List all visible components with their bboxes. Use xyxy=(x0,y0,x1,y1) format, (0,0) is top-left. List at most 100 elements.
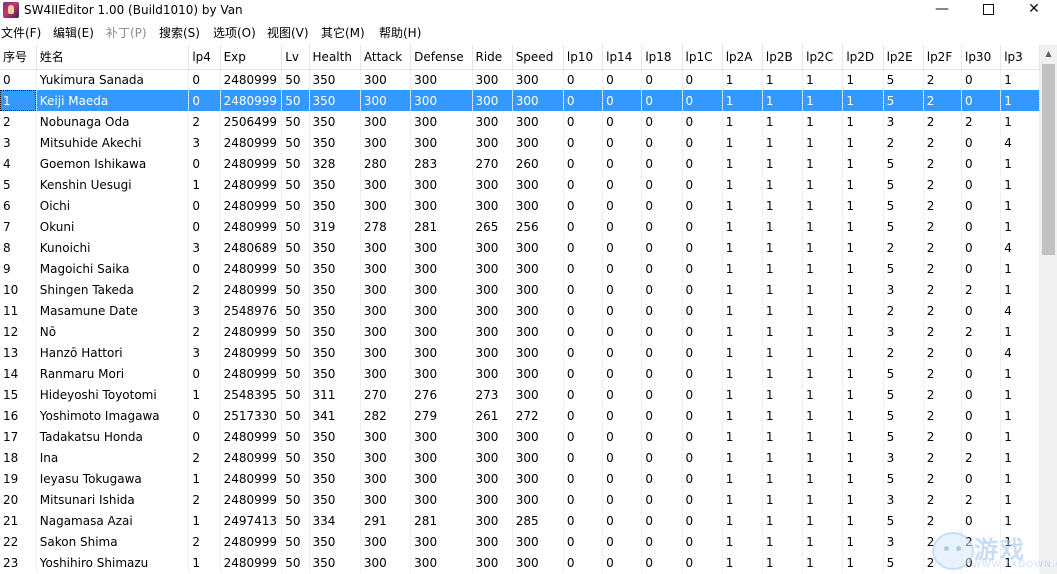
table-cell[interactable]: 3 xyxy=(883,321,924,342)
table-cell[interactable]: 300 xyxy=(512,111,564,132)
table-cell[interactable]: 50 xyxy=(281,321,310,342)
table-cell[interactable]: 1 xyxy=(722,195,763,216)
table-cell[interactable]: 300 xyxy=(360,69,412,90)
table-cell[interactable]: 4 xyxy=(1000,300,1040,321)
table-cell[interactable]: 2480999 xyxy=(220,531,283,552)
character-name-cell[interactable]: Kenshin Uesugi xyxy=(36,174,190,195)
minimize-button[interactable]: — xyxy=(919,0,965,20)
table-cell[interactable]: 0 xyxy=(682,363,723,384)
table-cell[interactable]: 0 xyxy=(602,531,643,552)
table-cell[interactable]: 1 xyxy=(762,510,804,531)
table-row[interactable]: 20 Mitsunari Ishida 2 2480999 50 350 300 300 300… xyxy=(0,489,1040,510)
table-cell[interactable]: 14 xyxy=(0,363,37,384)
character-name-cell[interactable]: Oichi xyxy=(36,195,190,216)
table-cell[interactable]: 0 xyxy=(602,342,643,363)
table-cell[interactable]: 0 xyxy=(602,279,643,300)
table-cell[interactable]: 1 xyxy=(842,153,884,174)
table-cell[interactable]: 1 xyxy=(802,426,844,447)
table-cell[interactable]: 0 xyxy=(563,195,604,216)
table-cell[interactable]: 2480999 xyxy=(220,363,283,384)
table-cell[interactable]: 300 xyxy=(512,468,564,489)
scroll-up-icon[interactable]: ▲ xyxy=(1040,45,1057,62)
table-cell[interactable]: 334 xyxy=(309,510,361,531)
column-header[interactable]: Defense xyxy=(410,45,473,70)
table-cell[interactable]: 0 xyxy=(602,132,643,153)
character-name-cell[interactable]: Mitsuhide Akechi xyxy=(36,132,190,153)
table-cell[interactable]: 0 xyxy=(641,69,683,90)
table-cell[interactable]: 0 xyxy=(641,552,683,573)
table-cell[interactable]: 0 xyxy=(641,531,683,552)
table-cell[interactable]: 1 xyxy=(1000,279,1040,300)
table-cell[interactable]: 3 xyxy=(188,237,221,258)
table-cell[interactable]: 0 xyxy=(563,279,604,300)
table-cell[interactable]: 2 xyxy=(923,384,962,405)
table-cell[interactable]: 2 xyxy=(961,531,1002,552)
table-cell[interactable]: 1 xyxy=(802,111,844,132)
table-cell[interactable]: 260 xyxy=(512,153,564,174)
table-cell[interactable]: 50 xyxy=(281,426,310,447)
table-cell[interactable]: 20 xyxy=(0,489,37,510)
table-cell[interactable]: 1 xyxy=(762,153,804,174)
table-cell[interactable]: 5 xyxy=(883,216,924,237)
table-cell[interactable]: 1 xyxy=(842,363,884,384)
table-cell[interactable]: 300 xyxy=(410,90,473,111)
table-cell[interactable]: 1 xyxy=(842,258,884,279)
table-cell[interactable]: 2480999 xyxy=(220,153,283,174)
table-cell[interactable]: 17 xyxy=(0,426,37,447)
table-cell[interactable]: 50 xyxy=(281,111,310,132)
table-cell[interactable]: 0 xyxy=(641,342,683,363)
table-cell[interactable]: 0 xyxy=(602,510,643,531)
table-cell[interactable]: 5 xyxy=(883,153,924,174)
table-cell[interactable]: 5 xyxy=(0,174,37,195)
table-cell[interactable]: 300 xyxy=(360,237,412,258)
column-header[interactable]: lp14 xyxy=(602,45,643,70)
table-cell[interactable]: 0 xyxy=(682,489,723,510)
table-cell[interactable]: 1 xyxy=(842,384,884,405)
table-cell[interactable]: 50 xyxy=(281,132,310,153)
table-cell[interactable]: 1 xyxy=(1000,489,1040,510)
column-header[interactable]: Ride xyxy=(472,45,513,70)
table-cell[interactable]: 1 xyxy=(802,216,844,237)
table-cell[interactable]: 1 xyxy=(722,447,763,468)
table-cell[interactable]: 283 xyxy=(410,153,473,174)
table-cell[interactable]: 1 xyxy=(188,384,221,405)
table-row[interactable]: 17 Tadakatsu Honda 0 2480999 50 350 300 300 300 3… xyxy=(0,426,1040,447)
table-cell[interactable]: 2480999 xyxy=(220,489,283,510)
table-cell[interactable]: 0 xyxy=(961,195,1002,216)
table-cell[interactable]: 1 xyxy=(762,237,804,258)
table-cell[interactable]: 0 xyxy=(641,384,683,405)
table-cell[interactable]: 2 xyxy=(923,552,962,573)
table-cell[interactable]: 2 xyxy=(923,90,962,111)
table-cell[interactable]: 2 xyxy=(923,216,962,237)
table-cell[interactable]: 1 xyxy=(1000,510,1040,531)
table-cell[interactable]: 2 xyxy=(923,342,962,363)
table-cell[interactable]: 1 xyxy=(762,300,804,321)
table-cell[interactable]: 300 xyxy=(512,384,564,405)
table-cell[interactable]: 2 xyxy=(883,300,924,321)
table-cell[interactable]: 350 xyxy=(309,447,361,468)
table-cell[interactable]: 1 xyxy=(842,216,884,237)
table-cell[interactable]: 1 xyxy=(1000,90,1040,111)
table-cell[interactable]: 10 xyxy=(0,279,37,300)
table-cell[interactable]: 1 xyxy=(1000,174,1040,195)
table-cell[interactable]: 0 xyxy=(563,468,604,489)
table-cell[interactable]: 1 xyxy=(842,174,884,195)
table-cell[interactable]: 350 xyxy=(309,279,361,300)
table-cell[interactable]: 3 xyxy=(188,132,221,153)
table-cell[interactable]: 0 xyxy=(563,216,604,237)
table-cell[interactable]: 0 xyxy=(682,258,723,279)
table-row[interactable]: 14 Ranmaru Mori 0 2480999 50 350 300 300 300 300 0… xyxy=(0,363,1040,384)
table-cell[interactable]: 0 xyxy=(563,342,604,363)
table-cell[interactable]: 300 xyxy=(472,174,513,195)
table-row[interactable]: 8 Kunoichi 3 2480689 50 350 300 300 300 300 0 0 0 0 1 1… xyxy=(0,237,1040,258)
table-cell[interactable]: 1 xyxy=(1000,552,1040,573)
table-cell[interactable]: 1 xyxy=(722,69,763,90)
table-cell[interactable]: 1 xyxy=(842,237,884,258)
table-cell[interactable]: 350 xyxy=(309,531,361,552)
table-cell[interactable]: 0 xyxy=(188,405,221,426)
table-cell[interactable]: 1 xyxy=(722,552,763,573)
table-cell[interactable]: 1 xyxy=(762,468,804,489)
table-cell[interactable]: 0 xyxy=(602,258,643,279)
table-cell[interactable]: 350 xyxy=(309,237,361,258)
table-cell[interactable]: 1 xyxy=(1000,426,1040,447)
